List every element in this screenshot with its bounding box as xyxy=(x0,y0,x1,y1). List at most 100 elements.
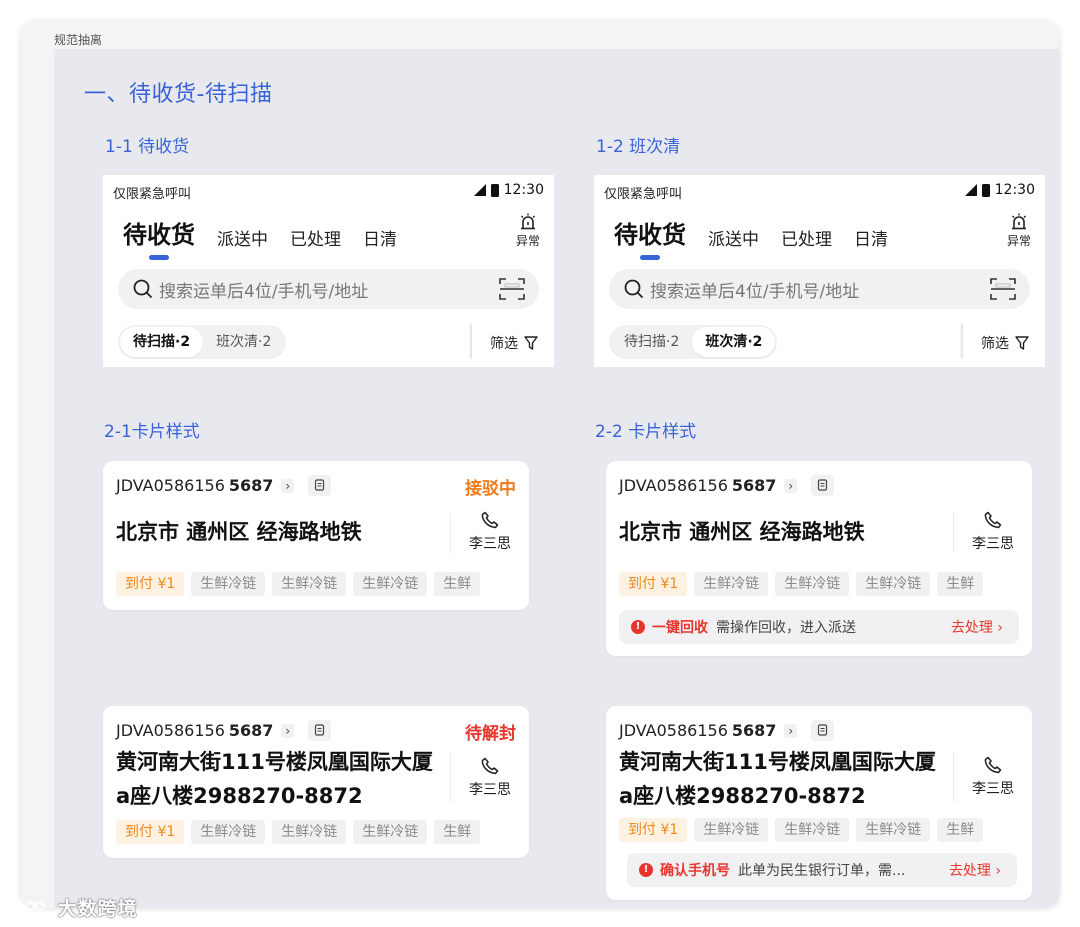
alarm-label: 异常 xyxy=(1006,234,1031,248)
tab-processed[interactable]: 已处理 xyxy=(781,225,832,250)
battery-icon xyxy=(981,183,990,197)
action-notice[interactable]: ! 确认手机号 此单为民生银行订单，需... 去处理 › xyxy=(627,853,1017,887)
filter-button[interactable]: 筛选 xyxy=(981,333,1029,353)
waybill-number[interactable]: JDVA0586156 5687 › xyxy=(619,720,835,741)
signal-icon xyxy=(473,184,486,196)
chevron-right-icon: › xyxy=(997,620,1003,636)
notice-title: 一键回收 xyxy=(652,620,708,636)
segment-to-scan[interactable]: 待扫描·2 xyxy=(611,327,692,357)
notice-action-label: 去处理 xyxy=(950,620,993,636)
tag: 生鲜冷链 xyxy=(272,820,347,844)
segment-control: 待扫描·2 班次清·2 xyxy=(118,325,287,359)
notice-action-link[interactable]: 去处理 › xyxy=(951,617,1003,637)
waybill-suffix: 5687 xyxy=(228,476,274,495)
chevron-right-icon: › xyxy=(281,723,295,738)
tag: 生鲜冷链 xyxy=(353,572,428,596)
alert-icon: ! xyxy=(631,620,645,634)
contact-name: 李三思 xyxy=(972,781,1014,797)
tab-delivering[interactable]: 派送中 xyxy=(217,225,268,250)
tab-bar: 待收货 派送中 已处理 日清 xyxy=(614,215,888,250)
notice-title: 确认手机号 xyxy=(660,863,730,879)
address: 北京市 通州区 经海路地铁 xyxy=(619,515,865,549)
waybill-card[interactable]: JDVA0586156 5687 › 接驳中 北京市 通州区 经海路地铁 李三思 … xyxy=(103,461,529,610)
tag: 生鲜冷链 xyxy=(191,572,266,596)
pay-tag: 到付 ¥1 xyxy=(116,820,185,844)
tag: 生鲜 xyxy=(937,572,984,596)
scan-icon[interactable] xyxy=(499,277,525,301)
waybill-prefix: JDVA0586156 xyxy=(116,721,225,740)
section-title: 一、待收货-待扫描 xyxy=(84,82,273,107)
segment-control: 待扫描·2 班次清·2 xyxy=(609,325,778,359)
pay-tag: 到付 ¥1 xyxy=(116,572,185,596)
action-notice[interactable]: ! 一键回收 需操作回收，进入派送 去处理 › xyxy=(619,610,1019,644)
status-badge: 待解封 xyxy=(465,724,516,744)
tag: 生鲜冷链 xyxy=(775,818,850,842)
filter-icon xyxy=(1015,336,1029,350)
tab-delivering[interactable]: 派送中 xyxy=(708,225,759,250)
tag: 生鲜冷链 xyxy=(856,818,931,842)
waybill-card[interactable]: JDVA0586156 5687 › 待解封 黄河南大街111号楼凤凰国际大厦 a… xyxy=(103,706,529,858)
tag: 生鲜 xyxy=(434,820,481,844)
call-button[interactable]: 李三思 xyxy=(465,757,515,799)
phone-header-shift-clear: 仅限紧急呼叫 12:30 待收货 派送中 已处理 日清 异常 搜索运单后4位/手… xyxy=(594,175,1045,367)
subsection-title-1-2: 1-2 班次清 xyxy=(596,137,681,157)
tab-pending[interactable]: 待收货 xyxy=(123,215,195,250)
segment-shift-clear[interactable]: 班次清·2 xyxy=(203,327,284,357)
tab-processed[interactable]: 已处理 xyxy=(290,225,341,250)
notice-action-link[interactable]: 去处理 › xyxy=(949,860,1001,880)
contact-name: 李三思 xyxy=(972,536,1014,552)
call-button[interactable]: 李三思 xyxy=(968,511,1018,553)
tag-row: 到付 ¥1 生鲜冷链 生鲜冷链 生鲜冷链 生鲜 xyxy=(619,572,984,596)
chevron-right-icon: › xyxy=(281,478,295,493)
waybill-card[interactable]: JDVA0586156 5687 › 北京市 通州区 经海路地铁 李三思 到付 ¥… xyxy=(606,461,1032,656)
waybill-suffix: 5687 xyxy=(228,721,274,740)
tag: 生鲜 xyxy=(434,572,481,596)
call-button[interactable]: 李三思 xyxy=(465,511,515,553)
alarm-label: 异常 xyxy=(515,234,540,248)
waybill-number[interactable]: JDVA0586156 5687 › xyxy=(116,720,332,741)
waybill-prefix: JDVA0586156 xyxy=(116,476,225,495)
phone-header-pending: 仅限紧急呼叫 12:30 待收货 派送中 已处理 日清 异常 搜索运单后4位/手… xyxy=(103,175,554,367)
subsection-title-2-1: 2-1卡片样式 xyxy=(104,422,200,442)
waybill-number[interactable]: JDVA0586156 5687 › xyxy=(619,475,835,496)
watermark: 大数跨境 xyxy=(10,894,138,921)
address-line-2: a座八楼2988270-8872 xyxy=(619,784,866,808)
tag: 生鲜冷链 xyxy=(694,818,769,842)
call-button[interactable]: 李三思 xyxy=(968,756,1018,798)
address-line-2: a座八楼2988270-8872 xyxy=(116,784,363,808)
copy-icon[interactable] xyxy=(811,475,835,496)
notice-text: 此单为民生银行订单，需... xyxy=(738,863,906,879)
tab-daily-clear[interactable]: 日清 xyxy=(854,225,888,250)
watermark-text: 大数跨境 xyxy=(57,898,138,920)
segment-shift-clear[interactable]: 班次清·2 xyxy=(692,327,776,357)
alarm-button[interactable]: 异常 xyxy=(1007,213,1031,249)
waybill-number[interactable]: JDVA0586156 5687 › xyxy=(116,475,332,496)
alarm-button[interactable]: 异常 xyxy=(516,213,540,249)
copy-icon[interactable] xyxy=(811,720,835,741)
tab-daily-clear[interactable]: 日清 xyxy=(363,225,397,250)
segment-to-scan[interactable]: 待扫描·2 xyxy=(120,327,204,357)
waybill-prefix: JDVA0586156 xyxy=(619,476,728,495)
waybill-suffix: 5687 xyxy=(731,721,777,740)
frame-label: 规范抽离 xyxy=(54,33,103,47)
phone-icon xyxy=(481,757,499,775)
subsection-title-1-1: 1-1 待收货 xyxy=(105,137,190,157)
address: 黄河南大街111号楼凤凰国际大厦 a座八楼2988270-8872 xyxy=(116,745,433,813)
filter-button[interactable]: 筛选 xyxy=(490,333,538,353)
address-line-1: 黄河南大街111号楼凤凰国际大厦 xyxy=(116,750,433,774)
search-bar[interactable]: 搜索运单后4位/手机号/地址 xyxy=(118,269,539,309)
tab-pending[interactable]: 待收货 xyxy=(614,215,686,250)
pay-tag: 到付 ¥1 xyxy=(619,818,688,842)
chevron-right-icon: › xyxy=(784,723,798,738)
watermark-logo-icon xyxy=(11,901,45,915)
alarm-icon xyxy=(1011,213,1026,230)
battery-icon xyxy=(490,183,499,197)
copy-icon[interactable] xyxy=(308,720,332,741)
waybill-card[interactable]: JDVA0586156 5687 › 黄河南大街111号楼凤凰国际大厦 a座八楼2… xyxy=(606,706,1032,900)
address: 黄河南大街111号楼凤凰国际大厦 a座八楼2988270-8872 xyxy=(619,745,936,813)
tag-row: 到付 ¥1 生鲜冷链 生鲜冷链 生鲜冷链 生鲜 xyxy=(116,572,481,596)
scan-icon[interactable] xyxy=(990,277,1016,301)
copy-icon[interactable] xyxy=(308,475,332,496)
search-bar[interactable]: 搜索运单后4位/手机号/地址 xyxy=(609,269,1030,309)
filter-label: 筛选 xyxy=(981,336,1009,352)
